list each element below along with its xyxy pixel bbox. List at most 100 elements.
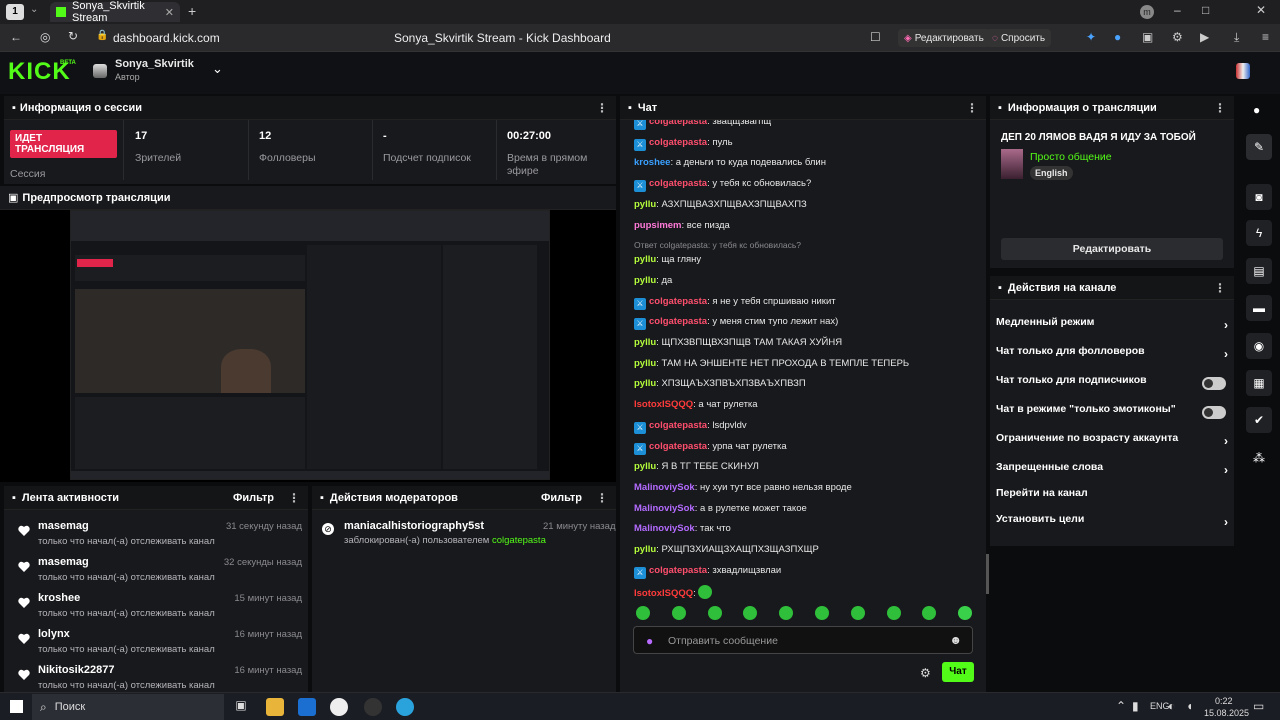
chat-username[interactable]: colgatepasta [649, 420, 707, 431]
settings-icon[interactable]: ⚙ [920, 666, 931, 680]
notifications-icon[interactable]: ▭ [1253, 699, 1264, 713]
obs-icon[interactable] [364, 698, 382, 716]
emote-button[interactable] [922, 606, 937, 620]
more-icon[interactable]: ⋮ [1214, 101, 1226, 115]
emote-button[interactable] [815, 606, 829, 620]
chat-username[interactable]: pyllu [634, 378, 656, 389]
puzzle-icon[interactable]: ⚙ [1172, 30, 1183, 44]
emote-button[interactable] [850, 606, 865, 620]
windows-start-icon[interactable] [10, 700, 23, 713]
chat-scrollbar[interactable] [986, 554, 989, 594]
file-explorer-icon[interactable] [266, 698, 284, 716]
browser-tab[interactable]: Sonya_Skvirtik Stream ✕ [50, 0, 180, 24]
maximize-icon[interactable]: □ [1202, 3, 1209, 17]
layers-icon[interactable]: ▦ [1246, 370, 1272, 396]
chat-username[interactable]: pyllu [634, 199, 656, 210]
more-icon[interactable]: ⋮ [966, 101, 978, 115]
chat-username[interactable]: colgatepasta [649, 565, 707, 576]
chat-username[interactable]: colgatepasta [649, 120, 707, 127]
chat-username[interactable]: colgatepasta [649, 178, 707, 189]
tab-counter[interactable]: 1 [6, 4, 24, 20]
activity-user[interactable]: kroshee [38, 592, 80, 604]
activity-user[interactable]: lolynx [38, 628, 70, 640]
yandex-browser-icon[interactable] [330, 698, 348, 716]
extension-icon[interactable]: ▣ [1142, 30, 1153, 44]
emote-button[interactable] [779, 606, 794, 620]
filter-button[interactable]: Фильтр [541, 492, 582, 504]
more-icon[interactable]: ⋮ [596, 491, 608, 505]
chat-username[interactable]: colgatepasta [649, 441, 707, 452]
action-followers-only[interactable]: Чат только для фолловеров › [996, 345, 1230, 365]
ask-ai-button[interactable]: ◌ Спросить [986, 29, 1052, 47]
extension-icon[interactable]: ● [1114, 30, 1121, 44]
url-text[interactable]: dashboard.kick.com [113, 31, 220, 45]
activity-user[interactable]: masemag [38, 556, 89, 568]
chat-messages[interactable]: ⚔ colgatepasta: звацщзвагпщ ⚔ colgatepasta:… [620, 120, 986, 600]
emotes-only-toggle[interactable] [1202, 406, 1226, 419]
channel-name[interactable]: Sonya_Skvirtik [115, 58, 194, 70]
camera-icon[interactable]: ◙ [1246, 184, 1272, 210]
edit-stream-button[interactable]: Редактировать [1001, 238, 1223, 260]
chat-username[interactable]: pyllu [634, 254, 656, 265]
chat-username[interactable]: pyllu [634, 544, 656, 555]
broadcast-icon[interactable]: ◉ [1246, 333, 1272, 359]
chat-username[interactable]: MalinoviySok [634, 503, 695, 514]
shield-icon[interactable]: ◎ [40, 30, 50, 44]
filter-button[interactable]: Фильтр [233, 492, 274, 504]
outlook-icon[interactable] [298, 698, 316, 716]
taskbar-search[interactable]: ⌕ Поиск [32, 694, 224, 720]
task-view-icon[interactable]: ▣ [232, 698, 250, 716]
chat-username[interactable]: MalinoviySok [634, 482, 695, 493]
chat-username[interactable]: pyllu [634, 275, 656, 286]
language-indicator-visible[interactable]: ENG [1150, 701, 1170, 711]
more-icon[interactable]: ⋮ [288, 491, 300, 505]
emote-button[interactable] [671, 606, 686, 620]
emote-button[interactable] [636, 606, 650, 620]
subscribers-only-toggle[interactable] [1202, 377, 1226, 390]
emoji-icon[interactable]: ☻ [949, 633, 962, 647]
tray-chevron-icon[interactable]: ⌃ [1116, 699, 1126, 713]
new-tab-button[interactable]: + [188, 3, 196, 19]
download-icon[interactable]: ⤓ [1234, 30, 1239, 45]
more-icon[interactable]: ⋮ [596, 101, 608, 115]
volume-icon[interactable]: ◖ [1186, 699, 1193, 713]
mod-action-target[interactable]: colgatepasta [492, 535, 546, 546]
chat-bubble-icon[interactable]: ▬ [1246, 295, 1272, 321]
mic-icon[interactable]: ● [646, 634, 653, 648]
chat-username[interactable]: colgatepasta [649, 137, 707, 148]
clock-date[interactable]: 15.08.2025 [1204, 708, 1249, 718]
action-go-to-channel[interactable]: Перейти на канал [996, 487, 1230, 507]
action-banned-words[interactable]: Запрещенные слова › [996, 461, 1230, 481]
mod-action-user[interactable]: maniacalhistoriography5st [344, 520, 484, 532]
chat-username[interactable]: MalinoviySok [634, 523, 695, 534]
chat-username[interactable]: pyllu [634, 461, 656, 472]
back-icon[interactable]: ← [10, 30, 22, 44]
document-icon[interactable]: ▤ [1246, 258, 1272, 284]
edit-ai-button[interactable]: ◈ Редактировать [898, 29, 990, 47]
profile-avatar[interactable] [1236, 63, 1250, 79]
chat-username[interactable]: pyllu [634, 337, 656, 348]
avatar[interactable]: m [1140, 5, 1154, 19]
chat-username[interactable]: pyllu [634, 358, 656, 369]
more-icon[interactable]: ⋮ [1214, 281, 1226, 295]
reload-icon[interactable]: ↻ [68, 29, 78, 43]
chevron-down-icon[interactable]: ⌄ [30, 4, 38, 15]
minimize-icon[interactable]: – [1174, 3, 1181, 17]
chat-input[interactable]: ● Отправить сообщение ☻ [633, 626, 973, 654]
emote-button[interactable] [743, 606, 758, 620]
extension-icon[interactable]: ✦ [1086, 30, 1096, 44]
category-name[interactable]: Просто общение [1030, 151, 1112, 163]
close-icon[interactable]: ✕ [165, 6, 174, 19]
menu-icon[interactable]: ≡ [1262, 30, 1269, 44]
chat-username[interactable]: colgatepasta [649, 316, 707, 327]
info-icon[interactable]: ● [1253, 103, 1260, 117]
action-set-goals[interactable]: Установить цели › [996, 513, 1230, 533]
chat-username[interactable]: pupsimem [634, 220, 682, 231]
chat-username[interactable]: colgatepasta [649, 296, 707, 307]
share-icon[interactable]: ⁂ [1253, 451, 1265, 465]
edit-icon[interactable]: ✎ [1246, 134, 1272, 160]
chat-username[interactable]: IsotoxISQQQ [634, 588, 693, 599]
emote-button[interactable] [886, 606, 901, 620]
wrench-icon[interactable]: ✔ [1246, 407, 1272, 433]
emote-button[interactable] [707, 606, 722, 620]
